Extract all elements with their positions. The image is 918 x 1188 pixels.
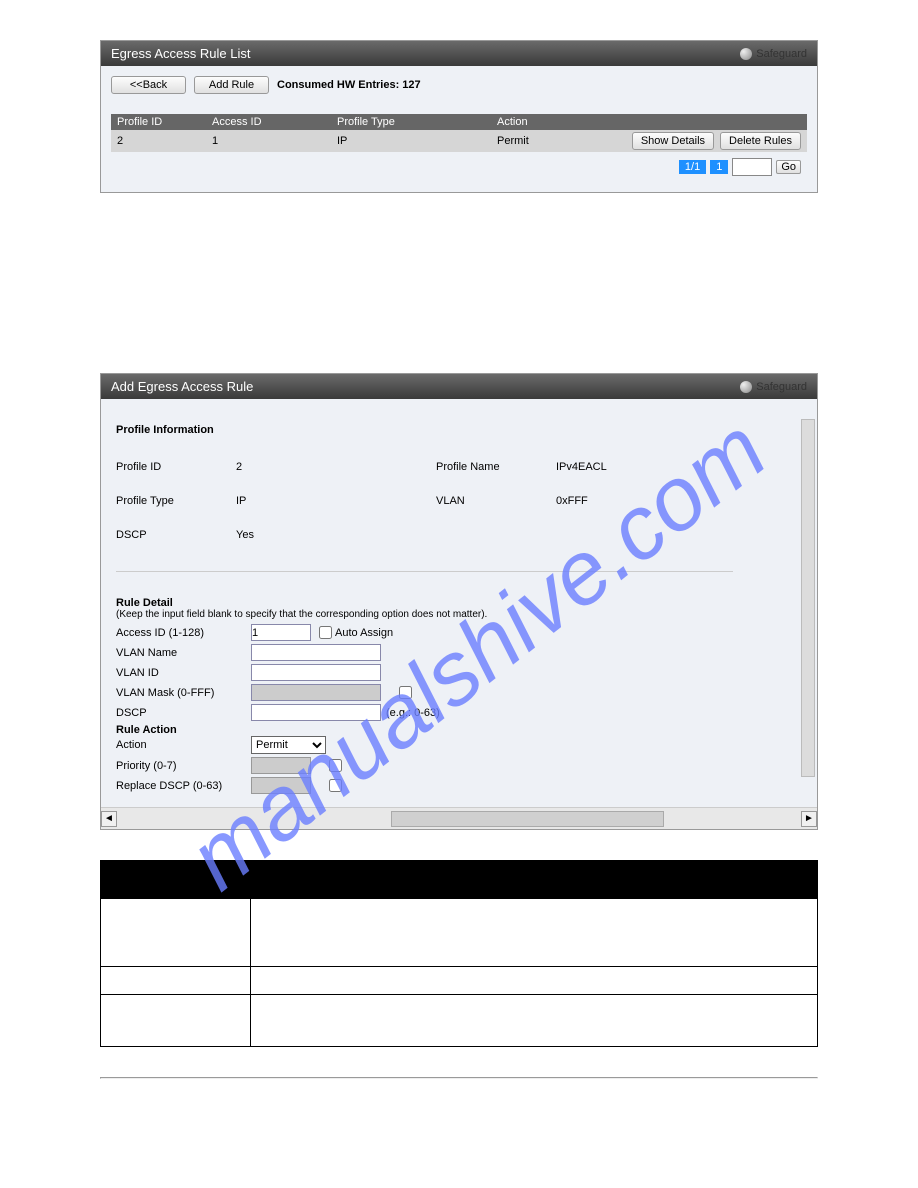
safeguard-icon xyxy=(740,48,752,60)
cell-access-id: 1 xyxy=(212,135,337,147)
panel-header: Egress Access Rule List Safeguard xyxy=(101,41,817,66)
consumed-entries: Consumed HW Entries: 127 xyxy=(277,79,421,91)
auto-assign-label: Auto Assign xyxy=(335,627,393,639)
action-label: Action xyxy=(116,739,251,751)
safeguard-indicator: Safeguard xyxy=(740,381,807,393)
dscp-input[interactable] xyxy=(251,704,381,721)
rule-detail-hint: (Keep the input field blank to specify t… xyxy=(116,609,802,620)
profile-type-value: IP xyxy=(236,495,436,507)
table-row: 2 1 IP Permit Show Details Delete Rules xyxy=(111,130,807,152)
replace-dscp-label: Replace DSCP (0-63) xyxy=(116,780,251,792)
horizontal-scrollbar[interactable]: ◄ ► xyxy=(101,807,817,829)
dscp-value: Yes xyxy=(236,529,436,541)
profile-id-label: Profile ID xyxy=(116,461,236,473)
dscp-field-label: DSCP xyxy=(116,707,251,719)
panel-title: Egress Access Rule List xyxy=(111,46,250,61)
panel-header: Add Egress Access Rule Safeguard xyxy=(101,374,817,399)
cell-action: Permit xyxy=(497,135,597,147)
vlan-name-input[interactable] xyxy=(251,644,381,661)
panel-title: Add Egress Access Rule xyxy=(111,379,253,394)
vlan-mask-label: VLAN Mask (0-FFF) xyxy=(116,687,251,699)
priority-checkbox[interactable] xyxy=(329,759,342,772)
action-select[interactable]: Permit xyxy=(251,736,326,754)
dscp-label: DSCP xyxy=(116,529,236,541)
table-header: Profile ID Access ID Profile Type Action xyxy=(111,114,807,130)
pager-current: 1 xyxy=(710,160,728,174)
go-button[interactable]: Go xyxy=(776,160,801,174)
replace-dscp-checkbox[interactable] xyxy=(329,779,342,792)
vlan-label: VLAN xyxy=(436,495,556,507)
vlan-id-input[interactable] xyxy=(251,664,381,681)
th-action: Action xyxy=(497,116,597,128)
th-access-id: Access ID xyxy=(212,116,337,128)
add-rule-button[interactable]: Add Rule xyxy=(194,76,269,94)
safeguard-icon xyxy=(740,381,752,393)
access-id-label: Access ID (1-128) xyxy=(116,627,251,639)
profile-info-heading: Profile Information xyxy=(116,424,802,436)
pager-input[interactable] xyxy=(732,158,772,176)
rule-action-heading: Rule Action xyxy=(116,724,802,736)
vlan-id-label: VLAN ID xyxy=(116,667,251,679)
rule-detail-heading: Rule Detail xyxy=(116,597,802,609)
scroll-left-icon[interactable]: ◄ xyxy=(101,811,117,827)
dscp-hint: (e.g.: 0-63) xyxy=(386,707,440,719)
access-id-input[interactable] xyxy=(251,624,311,641)
show-details-button[interactable]: Show Details xyxy=(632,132,714,150)
back-button[interactable]: <<Back xyxy=(111,76,186,94)
vlan-value: 0xFFF xyxy=(556,495,756,507)
profile-type-label: Profile Type xyxy=(116,495,236,507)
safeguard-indicator: Safeguard xyxy=(740,48,807,60)
th-profile-id: Profile ID xyxy=(117,116,212,128)
pager: 1/1 1 Go xyxy=(111,152,807,182)
profile-name-label: Profile Name xyxy=(436,461,556,473)
parameter-table xyxy=(100,860,818,1047)
cell-profile-type: IP xyxy=(337,135,497,147)
scroll-right-icon[interactable]: ► xyxy=(801,811,817,827)
profile-name-value: IPv4EACL xyxy=(556,461,756,473)
vertical-scrollbar[interactable] xyxy=(801,419,815,777)
vlan-name-label: VLAN Name xyxy=(116,647,251,659)
profile-id-value: 2 xyxy=(236,461,436,473)
delete-rules-button[interactable]: Delete Rules xyxy=(720,132,801,150)
cell-profile-id: 2 xyxy=(117,135,212,147)
priority-label: Priority (0-7) xyxy=(116,760,251,772)
replace-dscp-input xyxy=(251,777,311,794)
egress-rule-list-panel: Egress Access Rule List Safeguard <<Back… xyxy=(100,40,818,193)
priority-input xyxy=(251,757,311,774)
auto-assign-checkbox[interactable] xyxy=(319,626,332,639)
th-profile-type: Profile Type xyxy=(337,116,497,128)
pager-total: 1/1 xyxy=(679,160,706,174)
vlan-mask-checkbox[interactable] xyxy=(399,686,412,699)
add-egress-rule-panel: Add Egress Access Rule Safeguard Profile… xyxy=(100,373,818,830)
vlan-mask-input xyxy=(251,684,381,701)
